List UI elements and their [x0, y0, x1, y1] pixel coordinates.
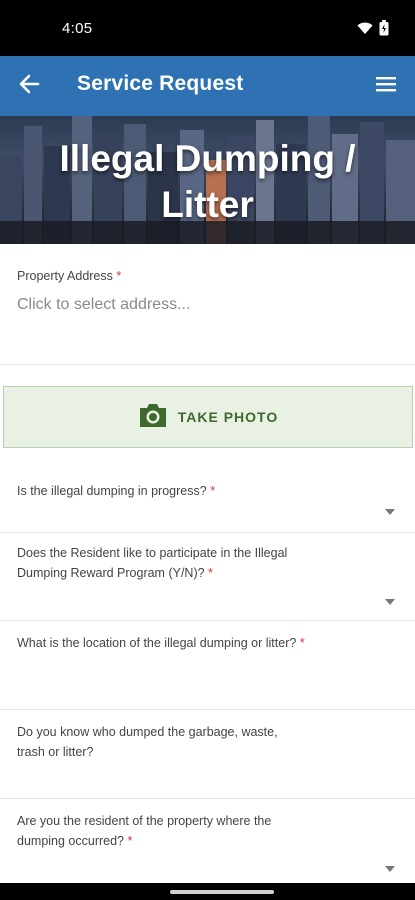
- hero-title: Illegal Dumping / Litter: [0, 136, 415, 228]
- field-label: Is the illegal dumping in progress? *: [17, 484, 216, 498]
- question-dumping-in-progress[interactable]: Is the illegal dumping in progress? *: [0, 449, 415, 533]
- field-label: Are you the resident of the property whe…: [17, 814, 272, 848]
- hero-title-line2: Litter: [161, 184, 254, 225]
- hero-title-line1: Illegal Dumping /: [59, 138, 356, 179]
- status-icons: [357, 20, 389, 36]
- required-mark: *: [299, 636, 305, 650]
- page-title: Service Request: [77, 72, 244, 95]
- system-nav-bar: [0, 883, 415, 900]
- dropdown-arrow-icon[interactable]: [385, 866, 395, 872]
- required-mark: *: [116, 269, 122, 283]
- take-photo-button[interactable]: TAKE PHOTO: [3, 386, 413, 448]
- field-label: Do you know who dumped the garbage, wast…: [17, 725, 278, 759]
- address-placeholder: Click to select address...: [17, 296, 191, 313]
- camera-icon: [138, 402, 168, 433]
- hamburger-menu-icon: [375, 75, 397, 98]
- take-photo-label: TAKE PHOTO: [177, 409, 279, 425]
- arrow-left-icon: [18, 74, 40, 99]
- field-label: Property Address *: [17, 269, 122, 283]
- question-dumping-location[interactable]: What is the location of the illegal dump…: [0, 621, 415, 710]
- status-time: 4:05: [62, 20, 93, 37]
- menu-button[interactable]: [371, 72, 401, 100]
- question-who-dumped[interactable]: Do you know who dumped the garbage, wast…: [0, 710, 415, 799]
- question-reward-program[interactable]: Does the Resident like to participate in…: [0, 533, 415, 621]
- hero-banner: Illegal Dumping / Litter: [0, 116, 415, 244]
- required-mark: *: [208, 566, 213, 580]
- required-mark: *: [127, 834, 133, 848]
- home-indicator[interactable]: [170, 890, 274, 894]
- back-button[interactable]: [14, 72, 44, 100]
- property-address-field[interactable]: Property Address * Click to select addre…: [0, 244, 415, 365]
- dropdown-arrow-icon[interactable]: [385, 599, 395, 605]
- wifi-icon: [357, 21, 373, 35]
- question-resident-of-property[interactable]: Are you the resident of the property whe…: [0, 799, 415, 883]
- status-bar: 4:05: [0, 0, 415, 56]
- required-mark: *: [210, 484, 216, 498]
- battery-icon: [379, 20, 389, 36]
- app-bar: Service Request: [0, 56, 415, 116]
- field-label: Does the Resident like to participate in…: [17, 546, 288, 580]
- dropdown-arrow-icon[interactable]: [385, 509, 395, 515]
- field-label: What is the location of the illegal dump…: [17, 636, 305, 650]
